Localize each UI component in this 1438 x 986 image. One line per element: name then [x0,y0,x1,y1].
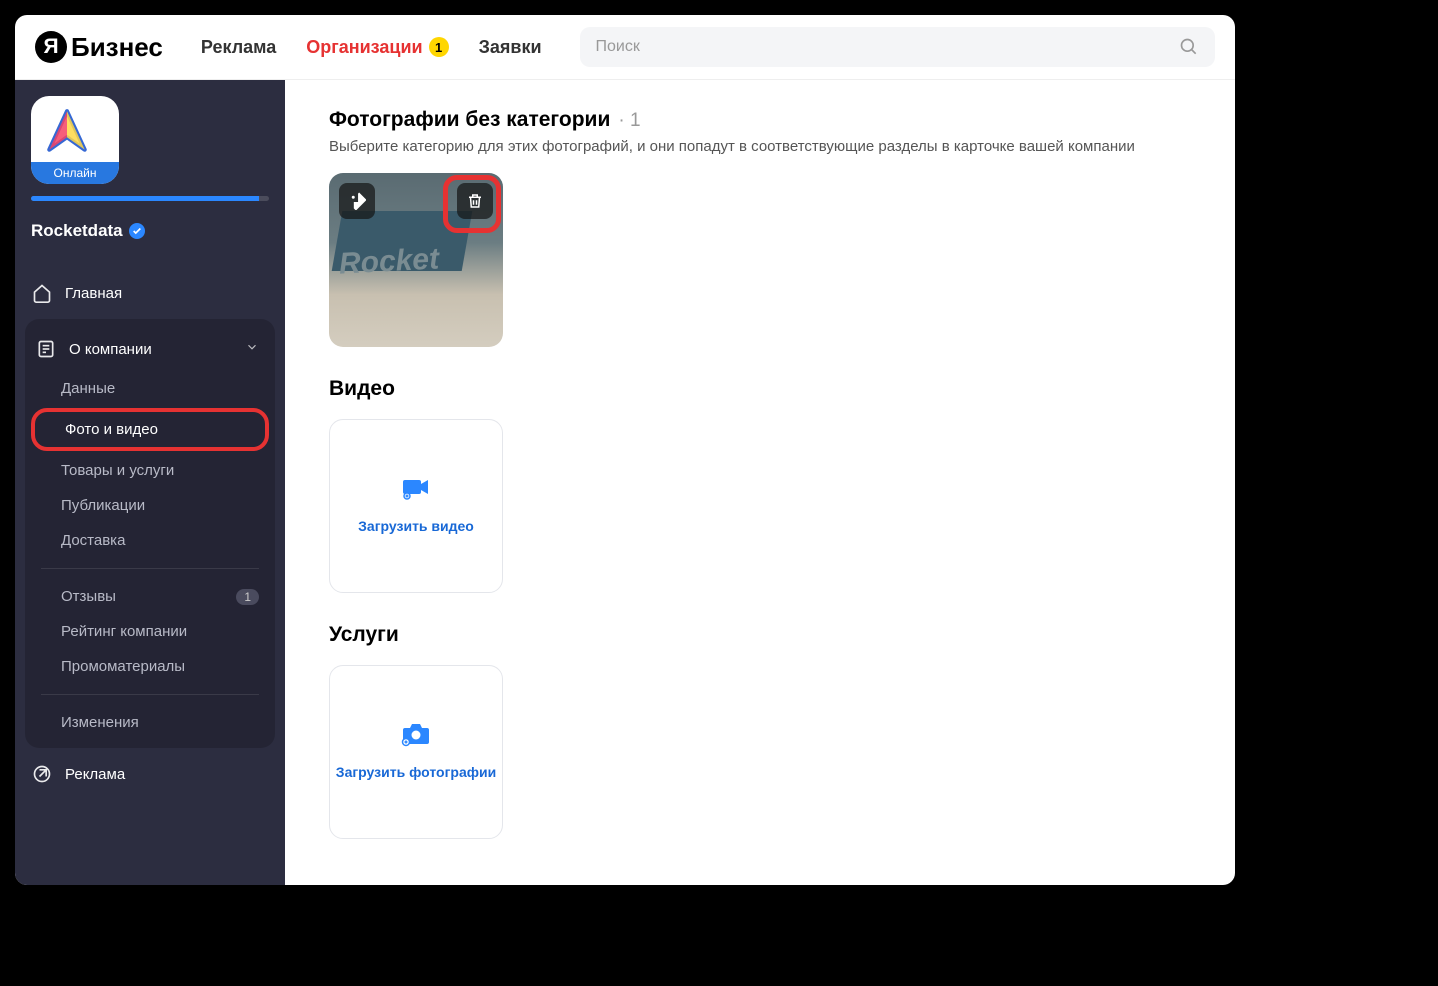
search-box[interactable] [580,27,1215,67]
submenu-data-label: Данные [61,380,115,397]
nav-organizations[interactable]: Организации 1 [306,37,448,58]
submenu-item-rating[interactable]: Рейтинг компании [25,614,275,649]
upload-video-button[interactable]: Загрузить видео [329,419,503,593]
tag-button[interactable] [339,183,375,219]
document-icon [35,338,57,360]
progress-bar [31,196,269,201]
logo-y-icon: Я [35,31,67,63]
navigator-icon [41,106,93,158]
app-online-badge: Онлайн [31,162,119,184]
delete-button[interactable] [457,183,493,219]
app-icon[interactable]: Онлайн [31,96,119,184]
verified-icon [129,223,145,239]
submenu-rating-label: Рейтинг компании [61,623,187,640]
submenu-promo-label: Промоматериалы [61,658,185,675]
divider [41,694,259,695]
submenu-photo-label: Фото и видео [65,421,158,438]
top-nav: Реклама Организации 1 Заявки [201,37,542,58]
submenu-pub-label: Публикации [61,497,145,514]
search-icon [1179,37,1199,57]
sidebar: Онлайн Rocketdata Главная О компании [15,80,285,885]
submenu-item-delivery[interactable]: Доставка [25,523,275,558]
org-name-label: Rocketdata [31,221,123,241]
submenu-item-reviews[interactable]: Отзывы 1 [25,579,275,614]
logo-text: Бизнес [71,32,163,63]
nav-ads[interactable]: Реклама [201,37,276,58]
submenu-reviews-label: Отзывы [61,588,116,605]
nav-requests-label: Заявки [479,37,542,58]
sidebar-ads-label: Реклама [65,766,125,783]
logo-letter: Я [43,35,58,59]
submenu-goods-label: Товары и услуги [61,462,174,479]
submenu-item-changes[interactable]: Изменения [25,705,275,740]
nav-orgs-badge: 1 [429,37,449,57]
divider [41,568,259,569]
sidebar-about-label: О компании [69,341,152,358]
uncategorized-count: · 1 [618,110,640,132]
nav-orgs-label: Организации [306,37,422,58]
trash-icon [466,192,484,210]
uncategorized-title-text: Фотографии без категории [329,108,610,132]
submenu-item-data[interactable]: Данные [25,371,275,406]
sidebar-home-label: Главная [65,285,122,302]
nav-requests[interactable]: Заявки [479,37,542,58]
photo-thumbnail[interactable] [329,173,503,347]
uncategorized-desc: Выберите категорию для этих фотографий, … [329,138,1191,155]
video-upload-icon [401,476,431,507]
submenu-item-photo-video[interactable]: Фото и видео [31,408,269,451]
submenu-item-goods[interactable]: Товары и услуги [25,453,275,488]
reviews-badge: 1 [236,589,259,605]
upload-photos-label: Загрузить фотографии [336,763,496,783]
sidebar-item-ads[interactable]: Реклама [15,752,285,796]
upload-photos-button[interactable]: Загрузить фотографии [329,665,503,839]
home-icon [31,282,53,304]
submenu-item-promo[interactable]: Промоматериалы [25,649,275,684]
uncategorized-title: Фотографии без категории · 1 [329,108,1191,132]
main-content: Фотографии без категории · 1 Выберите ка… [285,80,1235,885]
upload-video-label: Загрузить видео [358,517,474,537]
services-heading: Услуги [329,623,1191,647]
sidebar-item-about[interactable]: О компании [25,327,275,371]
top-header: Я Бизнес Реклама Организации 1 Заявки [15,15,1235,80]
chevron-down-icon [245,340,259,358]
org-name[interactable]: Rocketdata [15,221,285,261]
submenu-delivery-label: Доставка [61,532,125,549]
nav-ads-label: Реклама [201,37,276,58]
search-input[interactable] [596,38,1179,56]
camera-upload-icon [401,722,431,753]
ads-icon [31,763,53,785]
logo[interactable]: Я Бизнес [35,31,163,63]
submenu-changes-label: Изменения [61,714,139,731]
video-heading: Видео [329,377,1191,401]
submenu-item-publications[interactable]: Публикации [25,488,275,523]
sidebar-item-home[interactable]: Главная [15,271,285,315]
tag-icon [348,192,366,210]
sidebar-submenu-about: О компании Данные Фото и видео Товары и … [25,319,275,748]
